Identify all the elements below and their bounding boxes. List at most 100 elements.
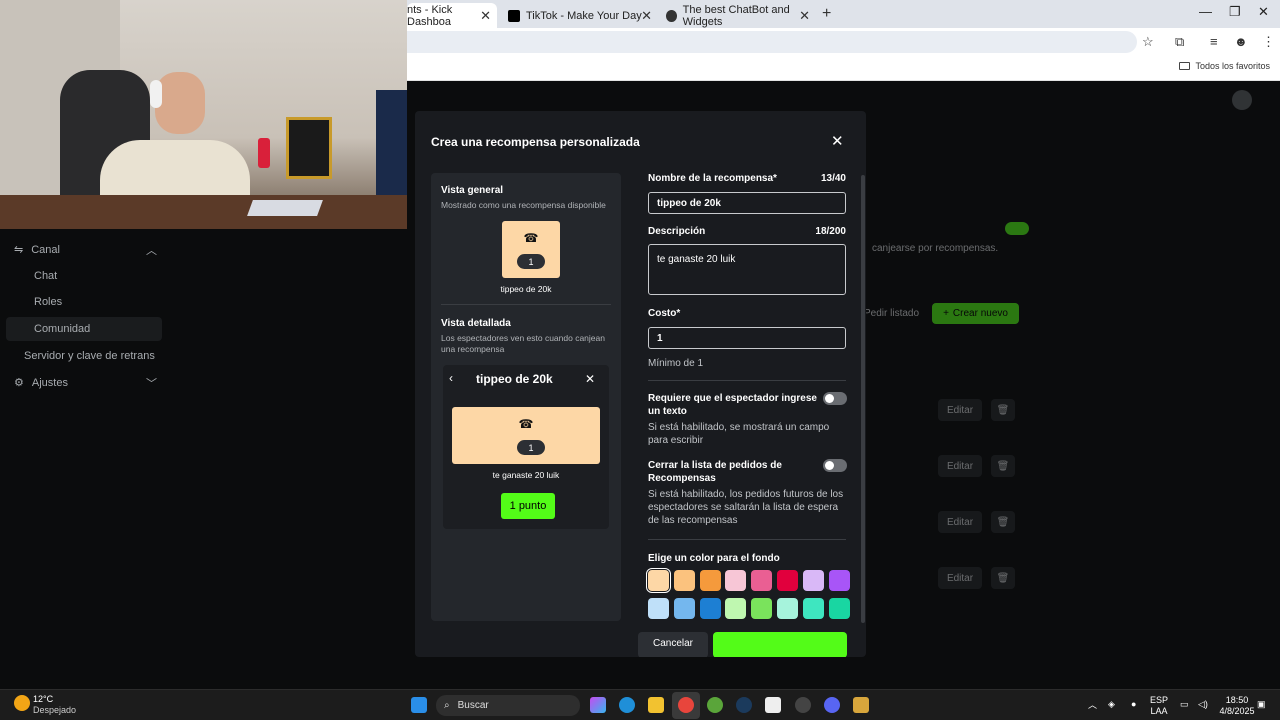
color-swatch[interactable]: [802, 598, 824, 619]
back-arrow-icon[interactable]: ‹: [449, 371, 453, 385]
cancel-button[interactable]: Cancelar: [638, 632, 708, 657]
general-view-subtitle: Mostrado como una recompensa disponible: [441, 200, 606, 210]
restore-icon[interactable]: ❐: [1229, 4, 1241, 20]
detail-reward-name: tippeo de 20k: [476, 372, 553, 386]
menu-icon[interactable]: ⋮: [1262, 34, 1275, 50]
notes-icon[interactable]: [853, 697, 869, 713]
create-new-label: Crear nuevo: [952, 308, 1008, 319]
tab-close-icon[interactable]: ✕: [641, 8, 652, 24]
color-swatch[interactable]: [725, 598, 747, 619]
redeem-point-button[interactable]: 1 punto: [501, 493, 555, 519]
sidebar-item-canal[interactable]: ⇋ Canal ︿: [14, 243, 157, 257]
all-bookmarks[interactable]: Todos los favoritos: [1179, 61, 1270, 71]
sidebar-item-servidor[interactable]: Servidor y clave de retrans: [24, 350, 155, 362]
detail-view-title: Vista detallada: [441, 318, 511, 329]
color-swatch[interactable]: [828, 570, 850, 591]
bookmarks-label: Todos los favoritos: [1195, 61, 1270, 71]
profile-icon[interactable]: ☻: [1234, 34, 1248, 49]
create-reward-button[interactable]: [713, 632, 847, 657]
color-swatch[interactable]: [673, 598, 695, 619]
color-swatch[interactable]: [751, 598, 773, 619]
create-new-button[interactable]: + Crear nuevo: [932, 303, 1019, 324]
close-queue-title: Cerrar la lista de pedidos de Recompensa…: [648, 460, 782, 484]
obs-icon[interactable]: [795, 697, 811, 713]
color-label: Elige un color para el fondo: [648, 553, 780, 564]
color-swatch[interactable]: [751, 570, 773, 591]
close-icon[interactable]: ✕: [831, 132, 844, 150]
rewards-enabled-toggle[interactable]: [1005, 222, 1029, 235]
chrome-icon[interactable]: [678, 697, 694, 713]
color-swatch[interactable]: [828, 598, 850, 619]
sidebar-item-roles[interactable]: Roles: [34, 296, 62, 308]
volume-icon[interactable]: ◁): [1198, 699, 1208, 710]
color-swatch[interactable]: [673, 570, 695, 591]
request-list-button[interactable]: Pedir listado: [864, 308, 919, 319]
copilot-icon[interactable]: [590, 697, 606, 713]
reward-name-input[interactable]: tippeo de 20k: [648, 192, 846, 214]
tab-close-icon[interactable]: ✕: [480, 8, 491, 24]
trash-icon[interactable]: 🗑: [991, 567, 1015, 589]
tab-close-icon[interactable]: ✕: [799, 8, 810, 24]
network-tray-icon[interactable]: ◈: [1108, 699, 1115, 710]
windows-start-icon[interactable]: [411, 697, 427, 713]
weather-temp: 12°C: [33, 694, 54, 704]
discord-icon[interactable]: [824, 697, 840, 713]
trash-icon[interactable]: 🗑: [991, 399, 1015, 421]
background-text: canjearse por recompensas.: [872, 243, 999, 254]
close-queue-toggle[interactable]: [823, 459, 847, 472]
cost-input[interactable]: 1: [648, 327, 846, 349]
taskbar-search[interactable]: ⌕ Buscar: [436, 695, 580, 716]
color-swatch[interactable]: [648, 598, 669, 619]
description-textarea[interactable]: te ganaste 20 luik: [648, 244, 846, 295]
cost-label: Costo*: [648, 308, 681, 319]
url-field[interactable]: [407, 31, 1137, 53]
edge-icon[interactable]: [619, 697, 635, 713]
clock[interactable]: 18:50 4/8/2025: [1217, 695, 1257, 717]
monitor-icon[interactable]: ▭: [1180, 699, 1189, 710]
tab-chatbot[interactable]: The best ChatBot and Widgets ✕: [666, 3, 816, 28]
notifications-icon[interactable]: ▣: [1257, 699, 1266, 710]
star-icon[interactable]: ☆: [1142, 34, 1154, 50]
sidebar-item-chat[interactable]: Chat: [34, 270, 57, 282]
color-swatch[interactable]: [699, 598, 721, 619]
mic-icon[interactable]: ●: [1131, 699, 1136, 710]
edit-button[interactable]: Editar: [938, 511, 982, 533]
steam-icon[interactable]: [736, 697, 752, 713]
color-swatch[interactable]: [802, 570, 824, 591]
modal-scrollbar[interactable]: [861, 175, 865, 623]
red-bottle: [258, 138, 270, 168]
desk: [0, 195, 407, 229]
search-placeholder: Buscar: [457, 700, 489, 711]
file-explorer-icon[interactable]: [648, 697, 664, 713]
color-swatch[interactable]: [699, 570, 721, 591]
chevron-up-icon[interactable]: ︿: [1088, 700, 1097, 711]
edit-button[interactable]: Editar: [938, 567, 982, 589]
search-icon: ⌕: [444, 700, 450, 711]
minimize-icon[interactable]: —: [1199, 4, 1212, 19]
folder-icon: [1179, 62, 1191, 70]
capcut-icon[interactable]: [765, 697, 781, 713]
edit-button[interactable]: Editar: [938, 399, 982, 421]
avatar[interactable]: [1232, 90, 1252, 110]
sidebar-item-comunidad[interactable]: Comunidad: [34, 323, 90, 335]
color-swatch[interactable]: [777, 598, 798, 619]
sidebar-item-ajustes[interactable]: ⚙ Ajustes ﹀: [14, 376, 157, 390]
color-swatch[interactable]: [777, 570, 798, 591]
close-window-icon[interactable]: ✕: [1258, 4, 1269, 20]
tab-tiktok[interactable]: TikTok - Make Your Day ✕: [508, 3, 658, 28]
tab-kick-dashboard[interactable]: nts - Kick Dashboa ✕: [407, 3, 497, 28]
xbox-icon[interactable]: [707, 697, 723, 713]
gift-icon: ☎: [523, 231, 539, 245]
color-swatch[interactable]: [646, 568, 671, 593]
new-tab-button[interactable]: +: [822, 5, 831, 23]
color-swatch[interactable]: [725, 570, 747, 591]
trash-icon[interactable]: 🗑: [991, 511, 1015, 533]
require-text-toggle[interactable]: [823, 392, 847, 405]
edit-button[interactable]: Editar: [938, 455, 982, 477]
trash-icon[interactable]: 🗑: [991, 455, 1015, 477]
close-icon[interactable]: ✕: [585, 372, 595, 386]
points-pill: 1: [517, 254, 545, 269]
reading-list-icon[interactable]: ≡: [1210, 34, 1218, 49]
language-indicator[interactable]: ESP LAA: [1150, 695, 1168, 717]
extensions-icon[interactable]: ⧉: [1175, 34, 1184, 50]
